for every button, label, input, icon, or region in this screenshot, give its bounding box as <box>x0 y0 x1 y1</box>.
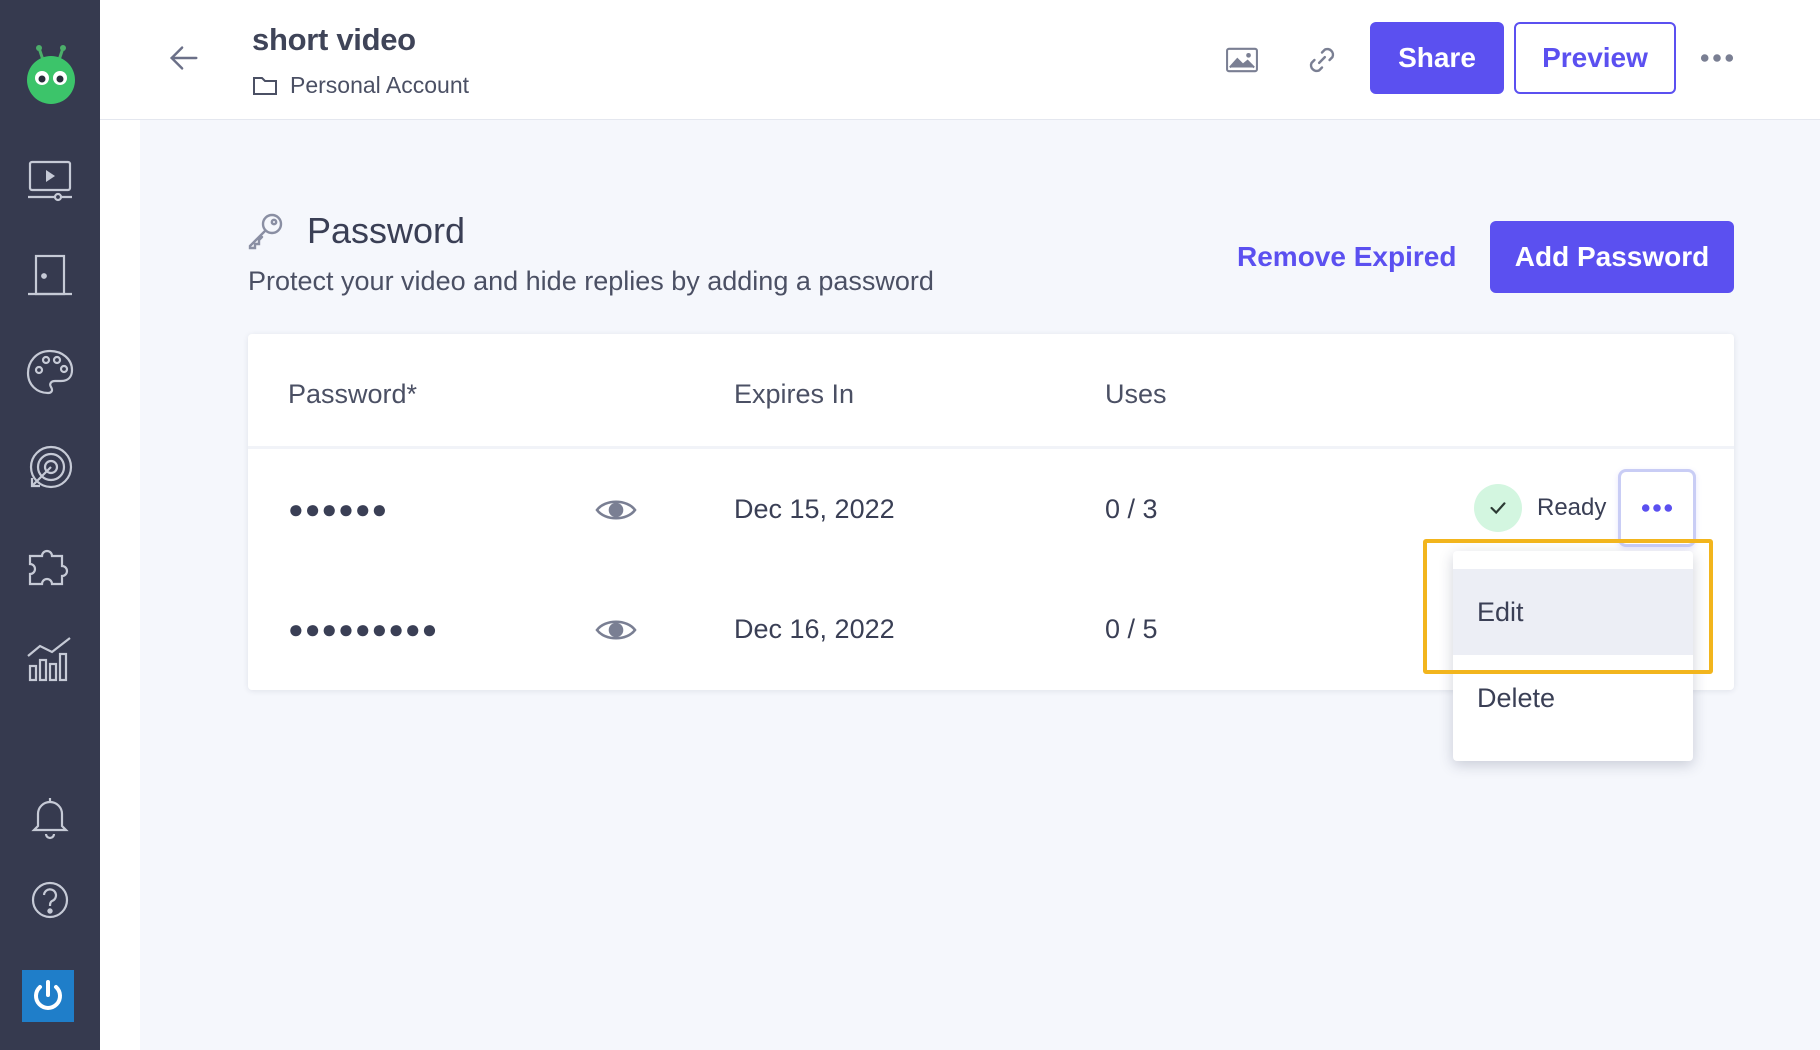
row-actions-button[interactable] <box>1618 469 1696 547</box>
bell-icon[interactable] <box>20 786 80 846</box>
menu-item-delete[interactable]: Delete <box>1453 655 1693 741</box>
door-icon[interactable] <box>20 246 80 306</box>
password-mask: ●●●●●● <box>288 494 389 524</box>
eye-icon[interactable] <box>595 615 637 645</box>
folder-icon <box>253 76 277 95</box>
link-icon[interactable] <box>1298 36 1346 84</box>
top-header: short video Personal Account Share Previ… <box>100 0 1820 120</box>
check-icon <box>1474 484 1522 532</box>
help-icon[interactable] <box>20 870 80 930</box>
row-actions-menu: Edit Delete <box>1453 551 1693 761</box>
sidebar <box>0 0 100 1050</box>
preview-button[interactable]: Preview <box>1514 22 1676 94</box>
puzzle-icon[interactable] <box>20 534 80 594</box>
breadcrumb[interactable]: Personal Account <box>252 72 469 99</box>
palette-icon[interactable] <box>20 342 80 402</box>
status-badge: Ready <box>1537 494 1607 521</box>
chart-icon[interactable] <box>20 630 80 690</box>
more-options-icon[interactable] <box>1692 36 1742 80</box>
column-header-expires: Expires In <box>734 379 855 409</box>
section-title: Password <box>307 210 466 251</box>
password-mask: ●●●●●●●●● <box>288 614 439 644</box>
video-icon[interactable] <box>20 150 80 210</box>
eye-icon[interactable] <box>595 495 637 525</box>
add-password-button[interactable]: Add Password <box>1490 221 1734 293</box>
expires-value: Dec 16, 2022 <box>734 614 895 644</box>
remove-expired-link[interactable]: Remove Expired <box>1237 241 1456 273</box>
page-title: short video <box>252 22 416 57</box>
back-arrow-icon[interactable] <box>162 36 206 80</box>
uses-value: 0 / 5 <box>1105 614 1158 644</box>
breadcrumb-label: Personal Account <box>290 72 470 98</box>
menu-item-edit[interactable]: Edit <box>1453 569 1693 655</box>
image-icon[interactable] <box>1218 36 1266 84</box>
uses-value: 0 / 3 <box>1105 494 1158 524</box>
section-subtitle: Protect your video and hide replies by a… <box>248 266 934 296</box>
column-header-password: Password* <box>288 379 418 409</box>
header-divider <box>248 446 1734 449</box>
key-icon <box>246 210 286 250</box>
robot-logo-icon[interactable] <box>23 44 79 106</box>
content-edge <box>100 120 140 1050</box>
target-icon[interactable] <box>20 438 80 498</box>
expires-value: Dec 15, 2022 <box>734 494 895 524</box>
ellipsis-icon <box>1641 504 1673 512</box>
power-icon[interactable] <box>22 970 74 1022</box>
column-header-uses: Uses <box>1105 379 1167 409</box>
share-button[interactable]: Share <box>1370 22 1504 94</box>
